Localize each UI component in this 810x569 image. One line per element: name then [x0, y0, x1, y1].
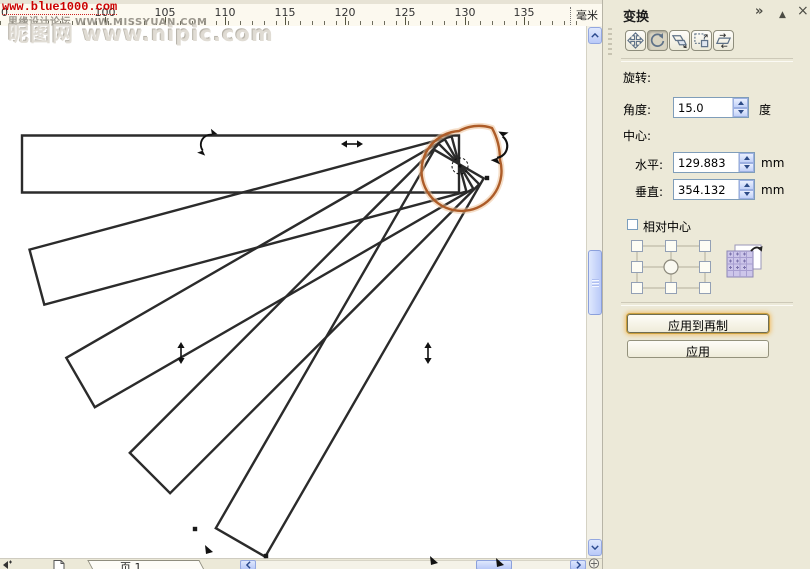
page-nav-icon[interactable] [2, 560, 13, 569]
vertical-value[interactable]: 354.132 [674, 180, 738, 199]
divider [621, 302, 793, 306]
spin-down-button[interactable] [739, 163, 754, 173]
triangle-up-icon [744, 156, 750, 160]
page-bar: 页 1 [0, 558, 602, 569]
angle-spinner [732, 98, 748, 117]
coreldraw-window: 0 100105110115120125130135 毫米 www.blue10… [0, 0, 810, 569]
drawing-canvas[interactable] [0, 26, 586, 558]
horizontal-center-input[interactable]: 129.883 [673, 152, 755, 173]
docker-collapse-icon[interactable]: ▲ [779, 8, 786, 23]
triangle-down-icon [744, 165, 750, 169]
divider [621, 58, 793, 62]
ruler-unit-label: 毫米 [570, 7, 598, 25]
vertical-scroll-thumb[interactable] [588, 250, 602, 315]
scroll-up-button[interactable] [588, 27, 602, 44]
center-section-label: 中心: [623, 127, 651, 144]
spin-up-button[interactable] [739, 153, 754, 163]
horizontal-unit-label: mm [761, 156, 784, 170]
drawing-workspace: 0 100105110115120125130135 毫米 www.blue10… [0, 0, 602, 569]
horizontal-spinner [738, 153, 754, 172]
angle-value[interactable]: 15.0 [674, 98, 732, 117]
spin-down-button[interactable] [739, 190, 754, 200]
anchor-middle-right[interactable] [700, 262, 711, 273]
ruler-major-tick [345, 17, 346, 25]
triangle-down-icon [738, 110, 744, 114]
scale-mirror-transform-button[interactable] [669, 30, 690, 51]
docker-expand-icon[interactable]: » [755, 4, 763, 19]
anchor-point-grid[interactable] [629, 238, 713, 296]
document-navigator-icon[interactable] [588, 558, 600, 569]
scroll-down-button[interactable] [588, 539, 602, 556]
rotate-transform-button[interactable] [647, 30, 668, 51]
chevron-left-icon [246, 561, 251, 569]
transform-docker: 变换 » ▲ × [602, 0, 810, 569]
scroll-left-button[interactable] [240, 560, 256, 569]
page-icon[interactable] [52, 560, 65, 569]
triangle-up-icon [744, 183, 750, 187]
vertical-unit-label: mm [761, 183, 784, 197]
ruler-major-tick [524, 17, 525, 25]
docker-title: 变换 [623, 6, 649, 25]
anchor-bottom-right[interactable] [700, 283, 711, 294]
spin-up-button[interactable] [733, 98, 748, 108]
angle-unit-label: 度 [759, 101, 771, 118]
anchor-top-center[interactable] [666, 241, 677, 252]
triangle-up-icon [738, 101, 744, 105]
spin-up-button[interactable] [739, 180, 754, 190]
relative-center-checkbox[interactable] [627, 219, 638, 230]
size-transform-button[interactable] [691, 30, 712, 51]
rotate-duplicate-icon [723, 243, 765, 281]
chevron-down-icon [591, 545, 599, 550]
chevron-right-icon [576, 561, 581, 569]
vertical-spinner [738, 180, 754, 199]
docker-grip[interactable] [608, 28, 612, 58]
rotate-section-label: 旋转: [623, 69, 651, 86]
anchor-center-selected[interactable] [664, 260, 678, 274]
move-cross-icon [627, 32, 644, 49]
ruler-major-tick [405, 17, 406, 25]
page-tab-label[interactable]: 页 1 [120, 559, 142, 569]
anchor-bottom-left[interactable] [632, 283, 643, 294]
thumb-grip [592, 279, 599, 287]
chevron-up-icon [591, 33, 599, 38]
angle-label: 角度: [623, 101, 651, 118]
ruler-major-tick [465, 17, 466, 25]
watermark-nipic: 昵图网 www.nipic.com [8, 18, 274, 48]
size-icon [693, 32, 710, 49]
apply-to-duplicate-button[interactable]: 应用到再制 [627, 314, 769, 333]
anchor-top-right[interactable] [700, 241, 711, 252]
ruler-major-tick [285, 17, 286, 25]
docker-close-icon[interactable]: × [797, 4, 809, 19]
anchor-bottom-center[interactable] [666, 283, 677, 294]
anchor-middle-left[interactable] [632, 262, 643, 273]
skew-transform-button[interactable] [713, 30, 734, 51]
horizontal-scrollbar[interactable] [240, 560, 586, 569]
scroll-right-button[interactable] [570, 560, 586, 569]
position-transform-button[interactable] [625, 30, 646, 51]
rotate-arrow-icon [649, 32, 666, 49]
vertical-label: 垂直: [635, 183, 663, 200]
horizontal-scroll-thumb[interactable] [476, 560, 512, 569]
anchor-top-left[interactable] [632, 241, 643, 252]
horizontal-label: 水平: [635, 156, 663, 173]
apply-button[interactable]: 应用 [627, 340, 769, 358]
angle-input[interactable]: 15.0 [673, 97, 749, 118]
vertical-center-input[interactable]: 354.132 [673, 179, 755, 200]
vertical-scrollbar[interactable] [586, 26, 603, 558]
scale-mirror-icon [671, 32, 688, 49]
page-tab[interactable] [87, 560, 206, 569]
spin-down-button[interactable] [733, 108, 748, 118]
skew-icon [715, 32, 732, 49]
horizontal-value[interactable]: 129.883 [674, 153, 738, 172]
triangle-down-icon [744, 192, 750, 196]
relative-center-label: 相对中心 [643, 218, 691, 235]
